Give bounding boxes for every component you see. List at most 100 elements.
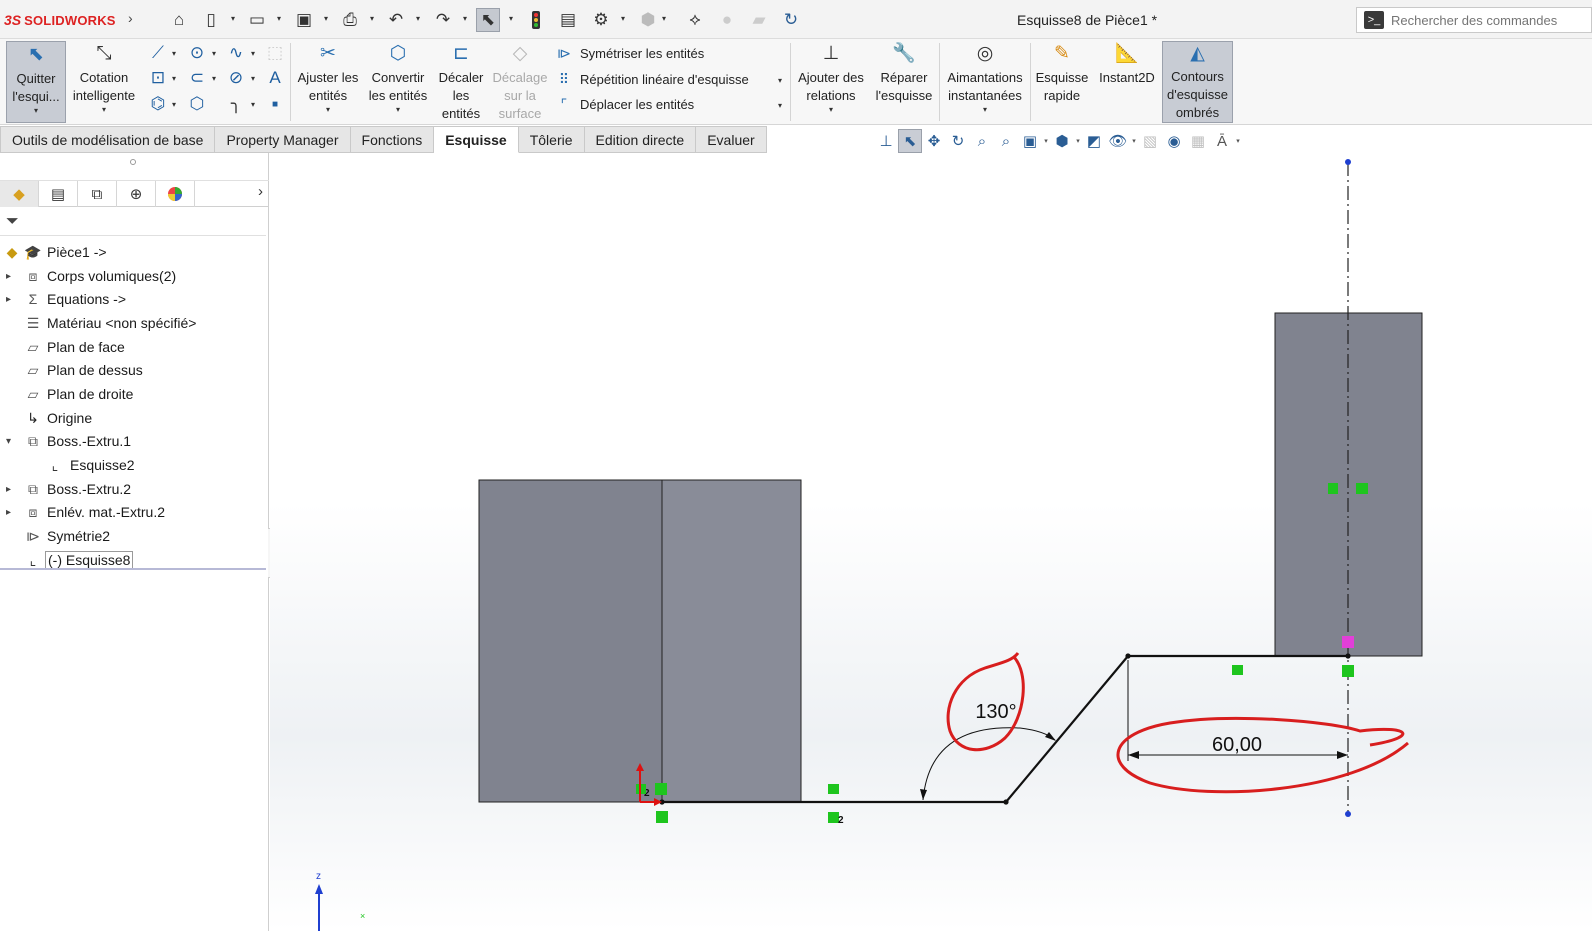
coincident-relation-icon[interactable] <box>1342 665 1354 677</box>
smart-dimension-button[interactable]: ⤡ Cotation intelligente ▾ <box>68 41 140 123</box>
expand-arrow-icon[interactable]: ▸ <box>6 271 16 282</box>
rectangle-tool-icon[interactable]: ⊡ <box>147 67 169 89</box>
tree-node-part[interactable]: ◆ 🎓 Pièce1 -> <box>0 241 266 263</box>
tree-node-boss-extrude-1[interactable]: ▾ ⧉ Boss.-Extru.1 <box>0 430 266 452</box>
move-entities-button[interactable]: ⌜ Déplacer les entités <box>556 94 694 114</box>
print-icon[interactable]: ⎙ <box>338 8 362 32</box>
view-orientation-icon[interactable]: ⊥ <box>874 129 898 153</box>
tab-evaluate[interactable]: Evaluer <box>696 126 767 153</box>
line-dropdown-icon[interactable]: ▾ <box>172 49 176 58</box>
linear-pattern-button[interactable]: ⠿ Répétition linéaire d'esquisse <box>556 69 749 89</box>
angle-dimension-value[interactable]: 130° <box>975 701 1016 723</box>
quick-snaps-button[interactable]: ◎ Aimantations instantanées ▾ <box>942 41 1028 123</box>
vertical-relation-icon[interactable] <box>1328 483 1338 494</box>
hide-show-dropdown-icon[interactable]: ▾ <box>1130 137 1138 145</box>
command-search[interactable]: >_ <box>1356 7 1592 33</box>
new-document-icon[interactable]: ▯ <box>199 8 223 32</box>
measure-icon[interactable]: ⟡ <box>683 8 707 32</box>
instant2d-button[interactable]: 📐 Instant2D <box>1094 41 1160 123</box>
appearance-dropdown-icon[interactable]: ▾ <box>662 14 670 23</box>
tree-node-sketch2[interactable]: ⌞ Esquisse2 <box>0 454 266 476</box>
print-dropdown-icon[interactable]: ▾ <box>370 14 378 23</box>
configuration-manager-tab-icon[interactable]: ⧉ <box>78 181 117 207</box>
spline-dropdown-icon[interactable]: ▾ <box>251 49 255 58</box>
point-grid-icon[interactable]: ⬚ <box>264 42 286 64</box>
fillet-dropdown-icon[interactable]: ▾ <box>251 100 255 109</box>
polygon-dropdown-icon[interactable]: ▾ <box>172 100 176 109</box>
redo-dropdown-icon[interactable]: ▾ <box>463 14 471 23</box>
property-manager-tab-icon[interactable]: ▤ <box>39 181 78 207</box>
slot-dropdown-icon[interactable]: ▾ <box>212 74 216 83</box>
centerline-endpoint[interactable] <box>1345 159 1351 165</box>
slot-tool-icon[interactable]: ⊂ <box>186 67 208 89</box>
menu-expand-chevron-icon[interactable]: › <box>128 10 133 26</box>
offset-on-surface-button[interactable]: ◇ Décalage sur la surface <box>490 41 550 123</box>
point-tool-icon[interactable]: ■ <box>264 93 286 115</box>
tree-node-boss-extrude-2[interactable]: ▸ ⧉ Boss.-Extru.2 <box>0 478 266 500</box>
options-icon[interactable]: ⚙ <box>589 8 613 32</box>
tree-node-solid-bodies[interactable]: ▸ ⧈ Corps volumiques(2) <box>0 265 266 287</box>
add-relations-button[interactable]: ⊥ Ajouter des relations ▾ <box>794 41 868 123</box>
scene-icon[interactable]: ◉ <box>1162 129 1186 153</box>
tab-direct-editing[interactable]: Edition directe <box>584 126 697 153</box>
open-dropdown-icon[interactable]: ▾ <box>277 14 285 23</box>
mirror-entities-button[interactable]: ⧐ Symétriser les entités <box>556 43 704 63</box>
tree-node-front-plane[interactable]: ▱ Plan de face <box>0 336 266 358</box>
pan-icon[interactable]: ✥ <box>922 129 946 153</box>
search-input[interactable] <box>1391 12 1581 28</box>
graphics-area[interactable]: 130° 60,00 2 2 z × <box>270 153 1592 931</box>
rotate-view-icon[interactable]: ↻ <box>779 8 803 32</box>
solidworks-logo[interactable]: 3S SOLIDWORKS <box>4 10 116 30</box>
tree-node-origin[interactable]: ↳ Origine <box>0 407 266 429</box>
view-3d-icon[interactable]: ▣ <box>1018 129 1042 153</box>
annotation-icon[interactable]: Ā <box>1210 129 1234 153</box>
panel-grip-icon[interactable] <box>130 159 136 165</box>
horizontal-relation-icon[interactable] <box>828 784 839 794</box>
midpoint-relation-icon[interactable] <box>1342 636 1354 648</box>
rebuild-icon[interactable] <box>524 8 548 32</box>
select-dropdown-icon[interactable]: ▾ <box>509 14 517 23</box>
hide-show-icon[interactable]: 👁 <box>1106 129 1130 153</box>
zoom-to-fit-icon[interactable]: ⌕ <box>994 129 1018 153</box>
fillet-tool-icon[interactable]: ╮ <box>225 93 247 115</box>
redo-icon[interactable]: ↷ <box>431 8 455 32</box>
tab-features[interactable]: Fonctions <box>350 126 435 153</box>
tab-sketch[interactable]: Esquisse <box>434 126 519 153</box>
left-body-face[interactable] <box>478 479 663 803</box>
circle-tool-icon[interactable]: ⊙ <box>186 42 208 64</box>
line-tool-icon[interactable]: ⟋ <box>147 42 169 64</box>
undo-dropdown-icon[interactable]: ▾ <box>416 14 424 23</box>
expand-arrow-icon[interactable]: ▸ <box>6 294 16 305</box>
display-style-icon[interactable]: ⬢ <box>1050 129 1074 153</box>
ellipse-dropdown-icon[interactable]: ▾ <box>251 74 255 83</box>
open-icon[interactable]: ▭ <box>245 8 269 32</box>
spline-tool-icon[interactable]: ∿ <box>225 42 247 64</box>
sketch-point[interactable] <box>1003 799 1009 805</box>
rollback-bar[interactable] <box>0 568 266 570</box>
tree-filter[interactable]: ⏷ <box>0 208 266 236</box>
centerline-endpoint[interactable] <box>1345 811 1351 817</box>
sketch-point[interactable] <box>1125 653 1131 659</box>
polygon-tool-icon[interactable]: ⌬ <box>147 93 169 115</box>
left-body-face-right[interactable] <box>661 479 802 803</box>
angle-dimension-arc[interactable] <box>922 727 1056 801</box>
view-settings-icon[interactable]: ▦ <box>1186 129 1210 153</box>
section-view-icon[interactable]: ◩ <box>1082 129 1106 153</box>
convert-entities-button[interactable]: ⬡ Convertir les entités ▾ <box>364 41 432 123</box>
linear-pattern-dropdown-icon[interactable]: ▾ <box>778 76 782 85</box>
offset-entities-button[interactable]: ⊏ Décaler les entités <box>434 41 488 123</box>
ellipse-tool-icon[interactable]: ⊘ <box>225 67 247 89</box>
coincident-relation-icon[interactable] <box>1356 483 1368 494</box>
rectangle-dropdown-icon[interactable]: ▾ <box>172 74 176 83</box>
repair-sketch-button[interactable]: 🔧 Réparer l'esquisse <box>871 41 937 123</box>
dimxpert-tab-icon[interactable]: ⊕ <box>117 181 156 207</box>
save-icon[interactable]: ▣ <box>292 8 316 32</box>
new-dropdown-icon[interactable]: ▾ <box>231 14 239 23</box>
tree-node-mirror2[interactable]: ⧐ Symétrie2 <box>0 525 266 547</box>
file-properties-icon[interactable]: ▤ <box>556 8 580 32</box>
options-dropdown-icon[interactable]: ▾ <box>621 14 629 23</box>
sketch-point[interactable] <box>1345 653 1351 659</box>
coincident-relation-icon[interactable] <box>656 811 668 823</box>
feature-tree-tab-icon[interactable]: ◆ <box>0 181 39 207</box>
chevron-right-icon[interactable]: › <box>258 183 263 200</box>
